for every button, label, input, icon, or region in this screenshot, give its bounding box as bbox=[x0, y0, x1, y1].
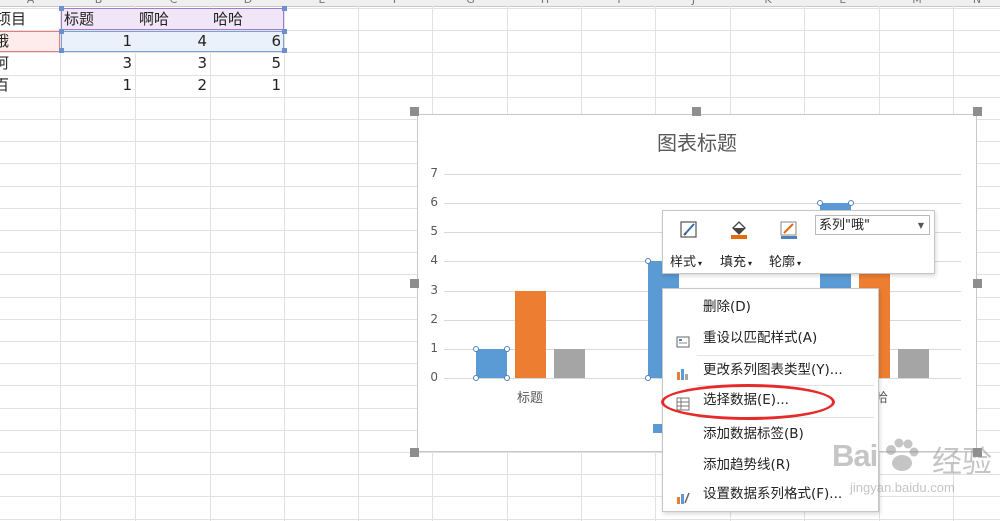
menu-item-label: 重设以匹配样式(A) bbox=[703, 330, 818, 346]
cell-b4[interactable]: 1 bbox=[61, 74, 135, 96]
chart-resize-handle[interactable] bbox=[692, 107, 701, 116]
watermark-brand: Bai bbox=[832, 438, 878, 473]
style-brush-icon[interactable] bbox=[679, 220, 699, 240]
fill-bucket-icon[interactable] bbox=[729, 220, 749, 240]
bar-百-哈哈[interactable] bbox=[898, 349, 929, 378]
watermark-url: jingyan.baidu.com bbox=[850, 480, 955, 495]
cell-b1[interactable]: 标题 bbox=[64, 8, 134, 30]
reset-style-icon bbox=[676, 331, 690, 348]
series-selection-handle[interactable] bbox=[504, 346, 510, 352]
style-label: 样式 bbox=[670, 255, 697, 270]
series-selection-handle[interactable] bbox=[473, 346, 479, 352]
y-tick-label: 1 bbox=[430, 341, 438, 355]
watermark-brand-cn: 经验 bbox=[932, 445, 992, 480]
bar-阿-标题[interactable] bbox=[515, 291, 546, 378]
style-dropdown[interactable]: 样式 ▾ bbox=[670, 251, 702, 270]
caret-down-icon: ▾ bbox=[797, 259, 802, 268]
cell-a2[interactable]: 哦 bbox=[0, 30, 54, 52]
menu-item-label: 更改系列图表类型(Y)... bbox=[703, 362, 843, 378]
series-selection-handle[interactable] bbox=[473, 375, 479, 381]
cell-a4[interactable]: 百 bbox=[0, 74, 54, 96]
menu-item-label: 添加趋势线(R) bbox=[703, 457, 791, 473]
cell-d3[interactable]: 5 bbox=[210, 52, 284, 74]
y-tick-label: 2 bbox=[430, 312, 438, 326]
menu-item-label: 删除(D) bbox=[703, 299, 751, 315]
cell-c2[interactable]: 4 bbox=[136, 30, 210, 52]
menu-item-change-chart-type[interactable]: 更改系列图表类型(Y)... bbox=[663, 356, 878, 384]
caret-down-icon: ▼ bbox=[917, 221, 924, 230]
cell-d2[interactable]: 6 bbox=[210, 30, 284, 52]
cell-d1[interactable]: 哈哈 bbox=[213, 8, 283, 30]
chart-mini-toolbar: 样式 ▾ 填充 ▾ 轮廓 ▾ 系列"哦" ▼ bbox=[662, 210, 935, 274]
cell-c4[interactable]: 2 bbox=[136, 74, 210, 96]
menu-item-reset-style[interactable]: 重设以匹配样式(A) bbox=[663, 324, 878, 352]
outline-label: 轮廓 bbox=[769, 255, 796, 270]
outline-dropdown[interactable]: 轮廓 ▾ bbox=[769, 251, 801, 270]
menu-item-label: 添加数据标签(B) bbox=[703, 426, 804, 442]
y-gridline bbox=[444, 203, 961, 204]
cell-a1[interactable]: 项目 bbox=[0, 8, 56, 30]
series-selection-handle[interactable] bbox=[645, 258, 651, 264]
y-tick-label: 5 bbox=[430, 224, 438, 238]
outline-pen-icon[interactable] bbox=[779, 220, 799, 240]
y-tick-label: 7 bbox=[430, 166, 438, 180]
cell-c3[interactable]: 3 bbox=[136, 52, 210, 74]
chart-resize-handle[interactable] bbox=[410, 107, 419, 116]
grid-column-line bbox=[284, 6, 285, 521]
caret-down-icon: ▾ bbox=[748, 259, 753, 268]
y-tick-label: 6 bbox=[430, 195, 438, 209]
highlight-circle-annotation bbox=[661, 384, 835, 420]
chart-resize-handle[interactable] bbox=[410, 279, 419, 288]
y-tick-label: 4 bbox=[430, 253, 438, 267]
y-gridline bbox=[444, 174, 961, 175]
legend-key-series-1[interactable] bbox=[653, 424, 662, 433]
series-selection-handle[interactable] bbox=[848, 200, 854, 206]
cell-a3[interactable]: 阿 bbox=[0, 52, 54, 74]
cell-c1[interactable]: 啊哈 bbox=[139, 8, 209, 30]
y-tick-label: 0 bbox=[430, 370, 438, 384]
bar-百-标题[interactable] bbox=[554, 349, 585, 378]
menu-item-delete[interactable]: 删除(D) bbox=[663, 293, 878, 321]
chart-resize-handle[interactable] bbox=[973, 107, 982, 116]
paw-icon bbox=[886, 438, 919, 471]
grid-column-line bbox=[358, 6, 359, 521]
fill-label: 填充 bbox=[720, 255, 747, 270]
series-select[interactable]: 系列"哦" ▼ bbox=[815, 215, 930, 235]
cell-b2[interactable]: 1 bbox=[61, 30, 135, 52]
chart-type-icon bbox=[676, 363, 690, 380]
fill-dropdown[interactable]: 填充 ▾ bbox=[720, 251, 752, 270]
baidu-jingyan-watermark: Bai 经验 jingyan.baidu.com bbox=[820, 436, 1000, 506]
chart-resize-handle[interactable] bbox=[973, 279, 982, 288]
cell-d4[interactable]: 1 bbox=[210, 74, 284, 96]
caret-down-icon: ▾ bbox=[698, 259, 703, 268]
grid-row-line bbox=[0, 519, 1000, 520]
x-category-label: 标题 bbox=[516, 391, 543, 406]
format-series-icon bbox=[676, 487, 690, 504]
cell-b3[interactable]: 3 bbox=[61, 52, 135, 74]
chart-resize-handle[interactable] bbox=[410, 448, 419, 457]
grid-row-line bbox=[0, 97, 1000, 98]
series-selection-handle[interactable] bbox=[645, 375, 651, 381]
y-tick-label: 3 bbox=[430, 283, 438, 297]
bar-哦-标题[interactable] bbox=[476, 349, 507, 378]
series-selection-handle[interactable] bbox=[504, 375, 510, 381]
series-selection-handle[interactable] bbox=[817, 200, 823, 206]
series-select-value: 系列"哦" bbox=[819, 218, 870, 233]
